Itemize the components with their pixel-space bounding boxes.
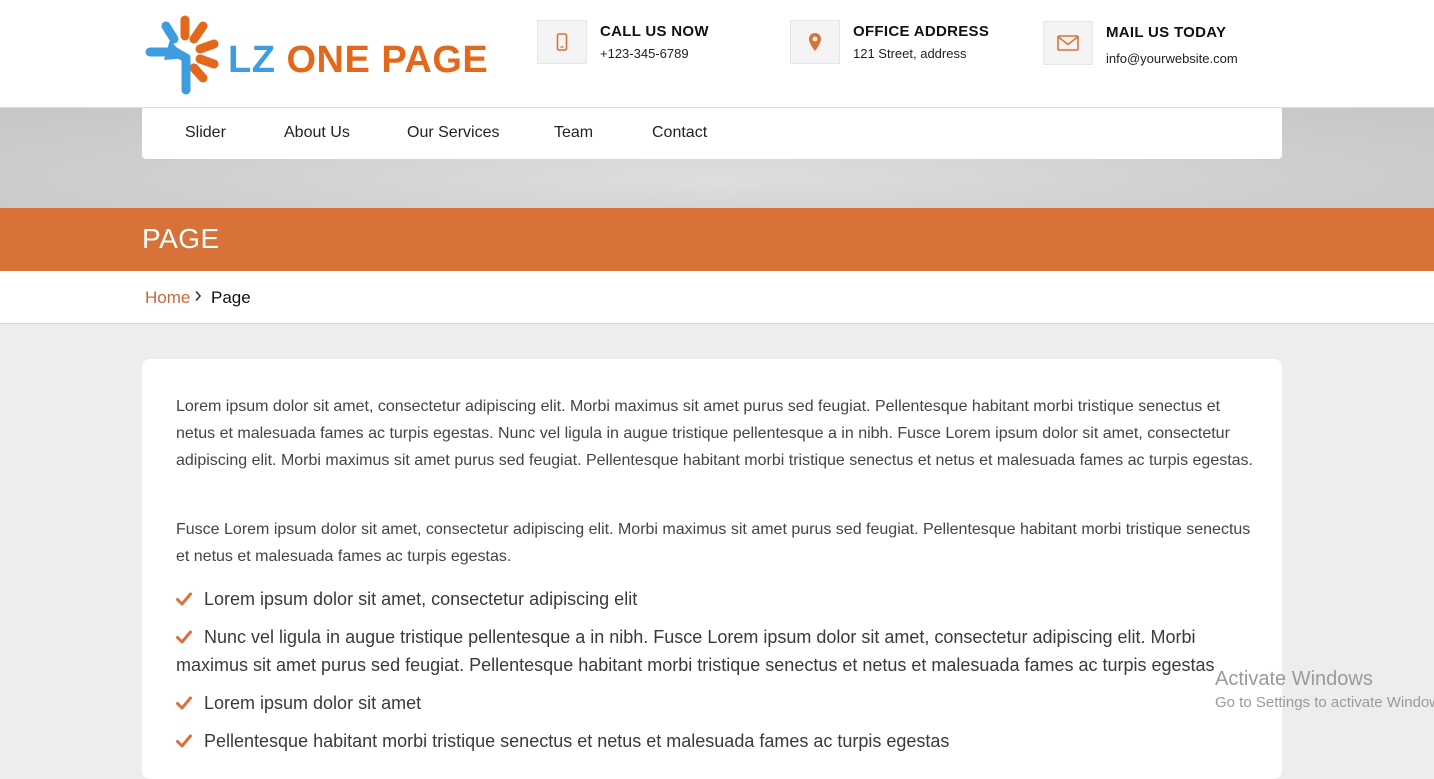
content-card: Lorem ipsum dolor sit amet, consectetur … [142, 359, 1282, 779]
list-item-text: Pellentesque habitant morbi tristique se… [204, 731, 950, 751]
contact-mail-icon-box [1043, 21, 1093, 65]
list-item: Lorem ipsum dolor sit amet, consectetur … [176, 585, 1256, 613]
contact-mail-title: MAIL US TODAY [1106, 24, 1227, 41]
watermark-subtitle: Go to Settings to activate Windows. [1215, 694, 1434, 711]
site-logo[interactable]: LZ ONE PAGE [142, 12, 522, 98]
contact-call-value[interactable]: +123-345-6789 [600, 46, 689, 61]
nav-item-our-services[interactable]: Our Services [407, 124, 499, 142]
main-nav: Slider About Us Our Services Team Contac… [142, 108, 1282, 159]
nav-item-about-us[interactable]: About Us [284, 124, 350, 142]
list-item: Pellentesque habitant morbi tristique se… [176, 727, 1256, 755]
activate-windows-watermark: Activate Windows Go to Settings to activ… [1215, 668, 1434, 728]
nav-item-contact[interactable]: Contact [652, 124, 707, 142]
list-item: Lorem ipsum dolor sit amet [176, 689, 1256, 717]
list-item-text: Nunc vel ligula in augue tristique pelle… [176, 627, 1215, 675]
list-item: Nunc vel ligula in augue tristique pelle… [176, 623, 1256, 679]
logo-lz: LZ [228, 39, 276, 81]
logo-rest: ONE PAGE [286, 39, 489, 81]
check-icon [176, 630, 192, 644]
content-paragraph-1: Lorem ipsum dolor sit amet, consectetur … [176, 398, 1253, 469]
contact-address-value: 121 Street, address [853, 46, 967, 61]
contact-address-title: OFFICE ADDRESS [853, 23, 990, 40]
breadcrumb: Home Page [0, 271, 1434, 324]
watermark-title: Activate Windows [1215, 668, 1373, 690]
contact-call-title: CALL US NOW [600, 23, 709, 40]
check-icon [176, 734, 192, 748]
contact-call-icon-box [537, 20, 587, 64]
contact-mail-value[interactable]: info@yourwebsite.com [1106, 51, 1238, 66]
page-title: PAGE [142, 223, 220, 254]
breadcrumb-current: Page [211, 288, 251, 307]
envelope-icon [1057, 35, 1079, 51]
list-item-text: Lorem ipsum dolor sit amet, consectetur … [204, 589, 638, 609]
check-icon [176, 592, 192, 606]
nav-item-team[interactable]: Team [554, 124, 593, 142]
breadcrumb-home-link[interactable]: Home [145, 288, 190, 308]
page-title-band: PAGE [0, 208, 1434, 271]
site-header: LZ ONE PAGE CALL US NOW +123-345-6789 OF… [0, 0, 1434, 108]
contact-address-icon-box [790, 20, 840, 64]
content-paragraph-2: Fusce Lorem ipsum dolor sit amet, consec… [176, 521, 1251, 565]
mobile-phone-icon [556, 33, 568, 51]
nav-item-slider[interactable]: Slider [185, 124, 226, 142]
logo-burst-icon [145, 15, 219, 95]
list-item-text: Lorem ipsum dolor sit amet [204, 693, 422, 713]
chevron-right-icon [195, 290, 202, 302]
check-icon [176, 696, 192, 710]
map-pin-icon [809, 33, 821, 51]
logo-wordmark: LZ ONE PAGE [228, 39, 488, 82]
